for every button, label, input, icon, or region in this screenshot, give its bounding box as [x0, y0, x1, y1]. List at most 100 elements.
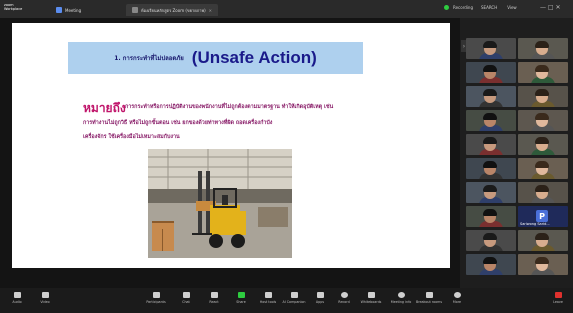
participant-tile[interactable] — [518, 110, 568, 131]
recording-label: Recording — [453, 5, 474, 10]
participant-hair — [483, 41, 497, 48]
audio-label: Audio — [12, 300, 22, 304]
react-button[interactable]: React — [203, 292, 225, 310]
ai-companion-button[interactable]: AI Companion — [282, 292, 306, 310]
participant-tile[interactable] — [518, 182, 568, 203]
meeting-toolbar: Audio Video Participants Chat React Shar… — [0, 288, 573, 313]
participant-hair — [483, 65, 497, 72]
slide-title-thai: 1. การกระทำที่ไม่ปลอดภัย — [114, 55, 184, 62]
participant-tile[interactable] — [466, 254, 516, 275]
participants-button[interactable]: Participants — [145, 292, 167, 310]
record-label: Record — [338, 300, 350, 304]
window-title-bar: zoom Workplace Meeting ห้องเรียนหลักสูตร… — [0, 0, 573, 18]
participant-name: Sariwong Sarid... — [520, 222, 550, 226]
whiteboard-icon — [367, 292, 375, 298]
whiteboards-label: Whiteboards — [360, 300, 382, 304]
more-button[interactable]: More — [446, 292, 468, 310]
close-icon[interactable]: ✕ — [209, 8, 212, 13]
meeting-info-button[interactable]: Meeting info — [390, 292, 412, 310]
participant-hair — [483, 137, 497, 144]
participant-tile[interactable] — [518, 86, 568, 107]
chat-button[interactable]: Chat — [175, 292, 197, 310]
participant-hair — [483, 209, 497, 216]
participant-hair — [483, 161, 497, 168]
audio-button[interactable]: Audio — [6, 292, 28, 310]
participant-hair — [535, 113, 549, 120]
apps-button[interactable]: Apps — [309, 292, 331, 310]
participant-tile[interactable] — [466, 38, 516, 59]
record-button[interactable]: Record — [333, 292, 355, 310]
leave-label: Leave — [553, 300, 563, 304]
presentation-slide: 1. การกระทำที่ไม่ปลอดภัย (Unsafe Action)… — [12, 23, 450, 268]
participant-hair — [535, 233, 549, 240]
info-icon — [397, 292, 405, 298]
share-screen-icon — [237, 292, 245, 298]
forklift-warehouse-photo — [148, 149, 292, 258]
participant-tile[interactable] — [466, 206, 516, 227]
participant-hair — [483, 233, 497, 240]
participant-hair — [535, 257, 549, 264]
host-tools-button[interactable]: Host tools — [257, 292, 279, 310]
apps-icon — [316, 292, 324, 298]
tab-meeting[interactable]: Meeting — [56, 4, 81, 16]
participant-tile[interactable] — [518, 230, 568, 251]
participant-hair — [483, 185, 497, 192]
ai-companion-label: AI Companion — [282, 300, 306, 304]
forklift-illustration — [148, 149, 292, 258]
participant-tile[interactable] — [466, 230, 516, 251]
participant-hair — [535, 89, 549, 96]
participant-hair — [483, 257, 497, 264]
tab-shared-screen-label: ห้องเรียนหลักสูตร Zoom (ขยายภาพ) — [141, 7, 206, 13]
participant-tile[interactable] — [466, 134, 516, 155]
heart-icon — [210, 292, 218, 298]
camera-icon — [41, 292, 49, 298]
definition-heading: หมายถึง — [83, 101, 126, 115]
chat-label: Chat — [182, 300, 190, 304]
share-button[interactable]: Share — [230, 292, 252, 310]
participant-tile[interactable] — [518, 62, 568, 83]
tab-shared-screen[interactable]: ห้องเรียนหลักสูตร Zoom (ขยายภาพ) ✕ — [126, 4, 219, 16]
grid-icon — [425, 292, 433, 298]
whiteboards-button[interactable]: Whiteboards — [360, 292, 382, 310]
participant-hair — [535, 137, 549, 144]
participant-hair — [535, 161, 549, 168]
chat-icon — [182, 292, 190, 298]
breakout-rooms-button[interactable]: Breakout rooms — [415, 292, 443, 310]
breakout-rooms-label: Breakout rooms — [415, 300, 443, 304]
participant-tile-avatar[interactable]: P Sariwong Sarid... — [518, 206, 568, 227]
participant-tile[interactable] — [518, 134, 568, 155]
participant-hair — [483, 113, 497, 120]
window-controls[interactable]: — □ ✕ — [540, 4, 561, 11]
apps-label: Apps — [315, 300, 325, 304]
video-button[interactable]: Video — [34, 292, 56, 310]
participant-hair — [535, 41, 549, 48]
react-label: React — [209, 300, 219, 304]
search-label[interactable]: SEARCH — [481, 5, 497, 10]
participant-tile[interactable] — [518, 158, 568, 179]
view-button[interactable]: View — [507, 5, 517, 10]
participant-tile[interactable] — [518, 38, 568, 59]
record-icon — [340, 292, 348, 298]
participant-hair — [535, 185, 549, 192]
tab-meeting-label: Meeting — [65, 7, 82, 13]
more-label: More — [452, 300, 462, 304]
leave-button[interactable]: Leave — [547, 292, 569, 310]
definition-line-2: การทำงานไม่ถูกวิธี หรือไม่ถูกขั้นตอน เช่… — [83, 120, 273, 126]
participant-tile[interactable] — [466, 110, 516, 131]
more-icon — [453, 292, 461, 298]
people-icon — [152, 292, 160, 298]
definition-line-3: เครื่องจักร ใช้เครื่องมือไม่เหมาะสมกับงา… — [83, 134, 180, 140]
participant-tile[interactable] — [466, 62, 516, 83]
microphone-icon — [13, 292, 21, 298]
slide-title-english: (Unsafe Action) — [191, 48, 317, 67]
participant-tile[interactable] — [466, 86, 516, 107]
participant-hair — [535, 65, 549, 72]
meeting-info-label: Meeting info — [390, 300, 412, 304]
participant-tile[interactable] — [466, 182, 516, 203]
video-label: Video — [40, 300, 50, 304]
window-icon — [132, 7, 138, 13]
status-area: Recording SEARCH View — [444, 5, 517, 10]
participant-tile[interactable] — [518, 254, 568, 275]
participant-tile[interactable] — [466, 158, 516, 179]
participant-hair — [483, 89, 497, 96]
